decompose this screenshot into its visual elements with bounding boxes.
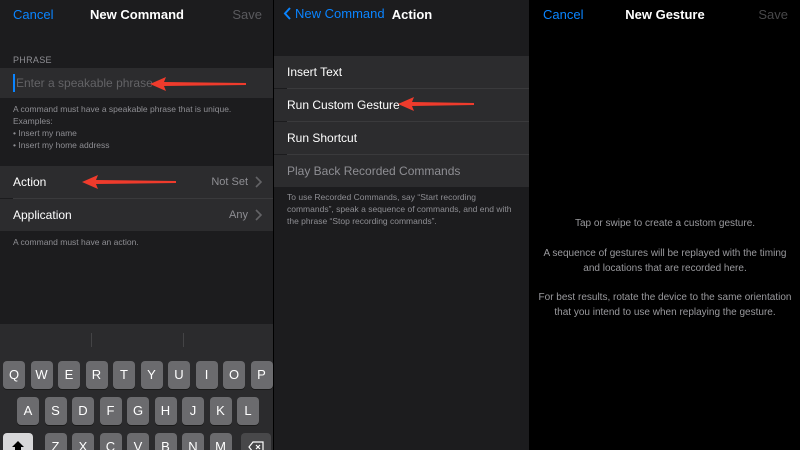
action-option-play-back-recorded[interactable]: Play Back Recorded Commands bbox=[274, 155, 530, 187]
action-option-insert-text[interactable]: Insert Text bbox=[274, 56, 530, 88]
key-d[interactable]: D bbox=[72, 397, 94, 425]
divider bbox=[91, 333, 92, 347]
page-title: Action bbox=[391, 7, 433, 22]
hint-line: commands”, speak a sequence of commands,… bbox=[287, 204, 512, 214]
phrase-hint-line: • Insert my home address bbox=[13, 140, 110, 150]
action-option-run-shortcut[interactable]: Run Shortcut bbox=[274, 122, 530, 154]
key-b[interactable]: B bbox=[154, 433, 177, 450]
key-w[interactable]: W bbox=[30, 361, 53, 389]
option-label: Play Back Recorded Commands bbox=[287, 164, 461, 178]
recorded-commands-hint: To use Recorded Commands, say “Start rec… bbox=[287, 191, 511, 227]
action-hint: A command must have an action. bbox=[13, 237, 139, 247]
gesture-instruction: A sequence of gestures will be replayed … bbox=[530, 246, 800, 276]
key-g[interactable]: G bbox=[127, 397, 149, 425]
phrase-hint-line: A command must have a speakable phrase t… bbox=[13, 104, 232, 114]
hint-line: the phrase “Stop recording commands”. bbox=[287, 216, 437, 226]
keyboard: Q W E R T Y U I O P A S D F G H J K L Z … bbox=[0, 324, 274, 450]
red-arrow-icon bbox=[398, 97, 474, 111]
red-arrow-icon bbox=[82, 175, 176, 189]
application-label: Application bbox=[13, 208, 72, 222]
key-f[interactable]: F bbox=[99, 397, 122, 425]
phrase-hint-line: • Insert my name bbox=[13, 128, 77, 138]
red-arrow-icon bbox=[150, 77, 246, 91]
action-panel: New Command Action Insert Text Run Custo… bbox=[274, 0, 530, 450]
key-q[interactable]: Q bbox=[3, 361, 25, 389]
shift-key[interactable] bbox=[3, 433, 33, 450]
key-c[interactable]: C bbox=[99, 433, 122, 450]
gesture-instruction: For best results, rotate the device to t… bbox=[530, 290, 800, 320]
key-h[interactable]: H bbox=[154, 397, 177, 425]
option-label: Run Shortcut bbox=[287, 131, 358, 145]
key-s[interactable]: S bbox=[44, 397, 67, 425]
key-o[interactable]: O bbox=[223, 361, 245, 389]
save-button[interactable]: Save bbox=[758, 7, 788, 22]
instruction-line: Tap or swipe to create a custom gesture. bbox=[574, 218, 756, 229]
hint-line: To use Recorded Commands, say “Start rec… bbox=[287, 192, 476, 202]
key-j[interactable]: J bbox=[182, 397, 204, 425]
instruction-line: For best results, rotate the device to t… bbox=[538, 292, 792, 303]
application-value: Any bbox=[229, 209, 248, 221]
instruction-line: and locations that are recorded here. bbox=[583, 263, 747, 274]
key-n[interactable]: N bbox=[182, 433, 204, 450]
instruction-line: that you intend to use when replaying th… bbox=[554, 307, 776, 318]
key-l[interactable]: L bbox=[237, 397, 259, 425]
key-v[interactable]: V bbox=[127, 433, 149, 450]
shift-icon bbox=[12, 441, 24, 450]
save-button[interactable]: Save bbox=[232, 7, 262, 22]
key-m[interactable]: M bbox=[209, 433, 232, 450]
action-label: Action bbox=[13, 175, 47, 189]
option-label: Insert Text bbox=[287, 65, 343, 79]
predictive-bar bbox=[0, 324, 274, 356]
application-row[interactable]: Application Any bbox=[0, 199, 274, 231]
option-label: Run Custom Gesture bbox=[287, 98, 400, 112]
nav-bar: Cancel New Gesture Save bbox=[530, 0, 800, 30]
key-r[interactable]: R bbox=[85, 361, 108, 389]
key-a[interactable]: A bbox=[17, 397, 39, 425]
phrase-hint-line: Examples: bbox=[13, 116, 53, 126]
chevron-right-icon bbox=[255, 176, 263, 188]
phrase-hint: A command must have a speakable phrase t… bbox=[13, 103, 231, 151]
key-u[interactable]: U bbox=[168, 361, 190, 389]
gesture-instruction: Tap or swipe to create a custom gesture. bbox=[530, 216, 800, 231]
key-y[interactable]: Y bbox=[140, 361, 163, 389]
chevron-right-icon bbox=[255, 209, 263, 221]
key-i[interactable]: I bbox=[195, 361, 218, 389]
key-k[interactable]: K bbox=[209, 397, 232, 425]
nav-bar: Cancel New Command Save bbox=[0, 0, 274, 30]
key-z[interactable]: Z bbox=[44, 433, 67, 450]
key-x[interactable]: X bbox=[72, 433, 94, 450]
chevron-left-icon bbox=[283, 7, 291, 20]
action-value: Not Set bbox=[211, 176, 248, 188]
phrase-section-label: PHRASE bbox=[13, 55, 52, 65]
key-t[interactable]: T bbox=[113, 361, 135, 389]
key-e[interactable]: E bbox=[58, 361, 80, 389]
new-gesture-panel[interactable]: Cancel New Gesture Save Tap or swipe to … bbox=[530, 0, 800, 450]
backspace-icon bbox=[248, 441, 264, 450]
new-command-panel: Cancel New Command Save PHRASE A command… bbox=[0, 0, 274, 450]
key-p[interactable]: P bbox=[250, 361, 273, 389]
divider bbox=[183, 333, 184, 347]
nav-bar: New Command Action bbox=[274, 0, 530, 30]
instruction-line: A sequence of gestures will be replayed … bbox=[543, 248, 787, 259]
backspace-key[interactable] bbox=[241, 433, 271, 450]
